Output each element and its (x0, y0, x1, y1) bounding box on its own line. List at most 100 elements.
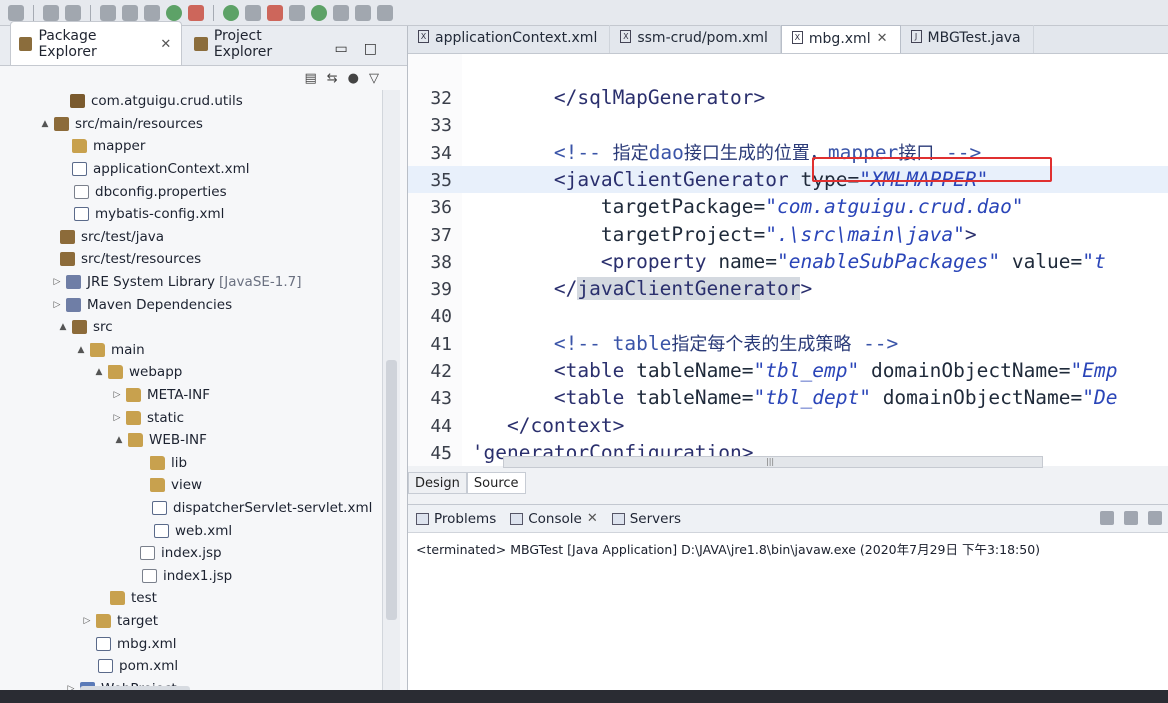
code-line[interactable]: 36 targetPackage="com.atguigu.crud.dao" (408, 193, 1168, 220)
build-icon[interactable] (122, 4, 138, 21)
tree-item[interactable]: mybatis-config.xml (0, 203, 380, 226)
folder-icon (110, 591, 125, 606)
tab-source[interactable]: Source (466, 472, 526, 494)
code-area[interactable]: 32 </sqlMapGenerator> 33 34 <!-- 指定dao接口生成… (408, 54, 1168, 466)
code-line[interactable]: 42 <table tableName="tbl_emp" domainObje… (408, 357, 1168, 384)
line-content: <!-- table指定每个表的生成策略 --> (553, 331, 899, 355)
code-line[interactable]: 37 targetProject=".\src\main\java"> (408, 221, 1168, 248)
tree-item[interactable]: ▲ src (0, 316, 380, 339)
tree-item[interactable]: view (0, 474, 380, 497)
remove-launch-icon[interactable] (1148, 511, 1162, 525)
save-all-icon[interactable] (65, 4, 81, 21)
tree-item[interactable]: test (0, 587, 380, 610)
new-class-icon[interactable] (289, 4, 305, 21)
code-line[interactable]: 44 </context> (408, 412, 1168, 439)
pin-icon[interactable] (1100, 511, 1114, 525)
tree-item[interactable]: applicationContext.xml (0, 158, 380, 181)
vertical-scrollbar[interactable] (382, 90, 400, 690)
code-line[interactable]: 35 <javaClientGenerator type="XMLMAPPER" (408, 165, 1168, 193)
editor-tab-label: MBGTest.java (927, 30, 1021, 46)
tab-project-explorer[interactable]: Project Explorer (186, 22, 330, 65)
close-icon[interactable]: ✕ (877, 31, 888, 53)
tree-item[interactable]: web.xml (0, 519, 380, 542)
tree-item[interactable]: src/test/java (0, 226, 380, 249)
editor-tab[interactable]: Xssm-crud/pom.xml (610, 25, 781, 53)
code-line[interactable]: 43 <table tableName="tbl_dept" domainObj… (408, 384, 1168, 411)
tree-item[interactable]: com.atguigu.crud.utils (0, 90, 380, 113)
console-tabs: Problems Console ✕ Servers (408, 505, 1168, 533)
tree-item[interactable]: ▷ META-INF (0, 384, 380, 407)
coverage-icon[interactable] (188, 4, 204, 21)
code-line[interactable]: 38 <property name="enableSubPackages" va… (408, 248, 1168, 275)
tab-label: Problems (434, 510, 497, 527)
print-icon[interactable] (100, 4, 116, 21)
minimize-icon[interactable]: ▭ (335, 41, 348, 57)
tree-item[interactable]: ▷ static (0, 406, 380, 429)
stop-icon[interactable] (267, 4, 283, 21)
expand-arrow-icon[interactable]: ▷ (52, 300, 62, 310)
code-line[interactable]: 32 </sqlMapGenerator> (408, 84, 1168, 111)
tree-item[interactable]: ▷ target (0, 610, 380, 633)
editor-tab[interactable]: J MBGTest.java (901, 25, 1034, 53)
tree-item[interactable]: ▷ Maven Dependencies (0, 293, 380, 316)
expand-arrow-icon[interactable]: ▷ (112, 413, 122, 423)
code-line[interactable]: 34 <!-- 指定dao接口生成的位置，mapper接口 --> (408, 139, 1168, 166)
back-icon[interactable] (355, 4, 371, 21)
tree-item[interactable]: dbconfig.properties (0, 180, 380, 203)
new-icon[interactable] (8, 4, 24, 21)
tree-item[interactable]: ▷ JRE System Library [JavaSE-1.7] (0, 271, 380, 294)
code-line[interactable]: 39 </javaClientGenerator> (408, 275, 1168, 302)
editor-tab[interactable]: Xmbg.xml ✕ (780, 25, 901, 53)
tree-item[interactable]: dispatcherServlet-servlet.xml (0, 497, 380, 520)
tree-item[interactable]: index.jsp (0, 542, 380, 565)
expand-arrow-icon[interactable]: ▲ (76, 345, 86, 355)
search-icon[interactable] (333, 4, 349, 21)
run-icon[interactable] (223, 4, 239, 21)
close-icon[interactable]: ✕ (587, 511, 598, 526)
editor-tab[interactable]: XapplicationContext.xml (408, 25, 611, 53)
expand-arrow-icon[interactable]: ▲ (94, 367, 104, 377)
code-line[interactable]: 40 (408, 302, 1168, 329)
tab-design[interactable]: Design (408, 472, 467, 494)
tab-package-explorer[interactable]: Package Explorer ✕ (10, 21, 183, 65)
expand-arrow-icon[interactable]: ▷ (112, 390, 122, 400)
tab-servers[interactable]: Servers (611, 511, 681, 527)
terminate-icon[interactable] (1124, 511, 1138, 525)
link-editor-icon[interactable]: ⇆ (327, 71, 338, 86)
tree-item[interactable]: pom.xml (0, 655, 380, 678)
expand-arrow-icon[interactable]: ▲ (58, 322, 68, 332)
editor-horizontal-scrollbar[interactable]: ||| (503, 456, 1043, 468)
tab-problems[interactable]: Problems (416, 511, 496, 527)
chevron-down-icon[interactable]: ▽ (369, 71, 379, 86)
tree-item[interactable]: src/test/resources (0, 248, 380, 271)
tab-label: Project Explorer (213, 28, 273, 60)
tree-item[interactable]: mapper (0, 135, 380, 158)
view-menu-icon[interactable]: ● (348, 71, 359, 86)
tree-item[interactable]: lib (0, 452, 380, 475)
debug-icon[interactable] (166, 4, 182, 21)
external-tools-icon[interactable] (245, 4, 261, 21)
expand-arrow-icon[interactable]: ▲ (40, 119, 50, 129)
tree-item[interactable]: mbg.xml (0, 632, 380, 655)
tree-item[interactable]: ▲ main (0, 339, 380, 362)
code-line[interactable]: 41 <!-- table指定每个表的生成策略 --> (408, 330, 1168, 357)
tree-item[interactable]: ▲ webapp (0, 361, 380, 384)
code-line[interactable]: 33 (408, 111, 1168, 138)
server-icon[interactable] (144, 4, 160, 21)
close-icon[interactable]: ✕ (160, 37, 171, 52)
expand-arrow-icon[interactable]: ▲ (114, 435, 124, 445)
view-tabs: Package Explorer ✕ Project Explorer ▭ □ (0, 21, 407, 66)
expand-arrow-icon[interactable]: ▷ (82, 616, 92, 626)
tree-item[interactable]: index1.jsp (0, 564, 380, 587)
collapse-all-icon[interactable]: ▤ (304, 71, 316, 86)
tree-item[interactable]: ▲ WEB-INF (0, 429, 380, 452)
tab-console[interactable]: Console ✕ (510, 511, 598, 527)
scrollbar-thumb[interactable] (386, 360, 397, 620)
tree-item[interactable]: ▲ src/main/resources (0, 113, 380, 136)
save-icon[interactable] (43, 4, 59, 21)
expand-arrow-icon[interactable]: ▷ (52, 277, 62, 287)
forward-icon[interactable] (377, 4, 393, 21)
open-type-icon[interactable] (311, 4, 327, 21)
lib-icon (66, 297, 81, 312)
maximize-icon[interactable]: □ (364, 41, 377, 57)
